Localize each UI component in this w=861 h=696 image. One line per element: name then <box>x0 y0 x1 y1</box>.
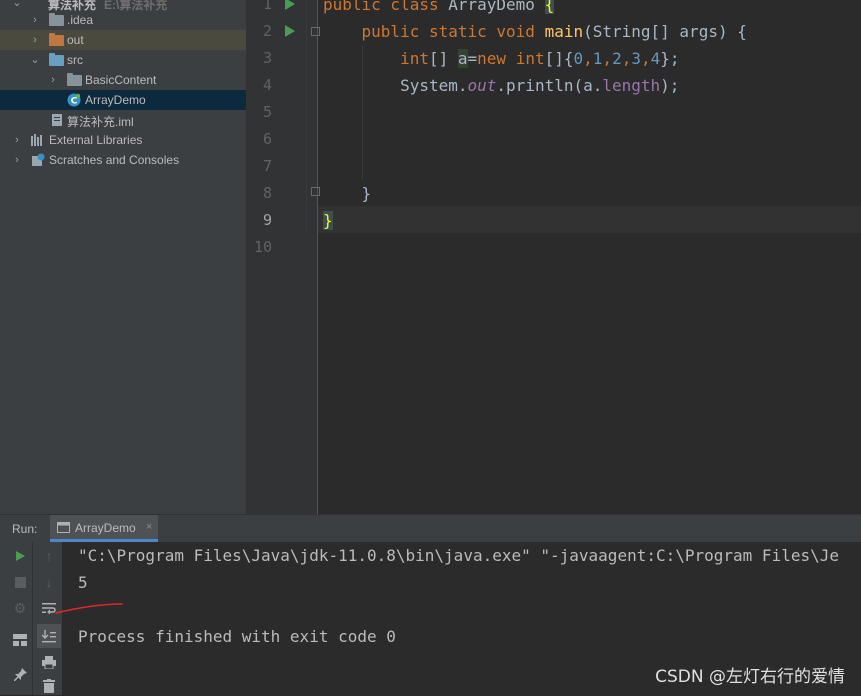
line-number: 4 <box>262 76 272 94</box>
code-line-1: public class ArrayDemo { <box>323 0 555 18</box>
watermark: CSDN @左灯右行的爱情 <box>655 667 845 687</box>
trash-icon[interactable] <box>39 676 59 696</box>
tree-item-label: ArrayDemo <box>85 93 146 107</box>
console-line-command: "C:\Program Files\Java\jdk-11.0.8\bin\ja… <box>78 546 839 565</box>
run-main-icon[interactable] <box>285 25 295 37</box>
chevron-right-icon[interactable]: › <box>30 30 40 50</box>
tree-item-label: Scratches and Consoles <box>49 153 180 167</box>
chevron-right-icon[interactable]: › <box>48 70 58 90</box>
run-label: Run: <box>12 522 38 536</box>
svg-text:C: C <box>71 97 78 107</box>
code-line-9: } <box>323 211 333 230</box>
layout-icon[interactable] <box>10 630 30 650</box>
module-file-icon <box>51 113 63 130</box>
tree-item-scratches[interactable]: › Scratches and Consoles <box>0 150 246 170</box>
tree-item-idea[interactable]: › .idea <box>0 10 246 30</box>
chevron-right-icon[interactable]: › <box>12 150 22 170</box>
run-panel-header: Run: ArrayDemo × <box>0 514 861 542</box>
tree-item-label: .idea <box>67 13 94 27</box>
java-class-icon: C <box>67 93 81 110</box>
print-icon[interactable] <box>39 652 59 672</box>
line-number: 1 <box>262 0 272 13</box>
debug-settings-icon[interactable]: ⚙ <box>10 598 30 618</box>
fold-marker-icon[interactable] <box>311 187 320 196</box>
red-annotation-stroke <box>55 603 123 614</box>
chevron-right-icon[interactable]: › <box>12 130 22 150</box>
indent-guide <box>306 0 307 234</box>
scroll-to-end-icon[interactable] <box>37 624 61 648</box>
line-number: 2 <box>262 22 272 40</box>
tree-item-external-libraries[interactable]: › External Libraries <box>0 130 246 150</box>
code-line-3: int[] a=new int[]{0,1,2,3,4}; <box>400 49 680 68</box>
pin-icon[interactable] <box>10 664 30 684</box>
fold-marker-icon[interactable] <box>311 27 320 36</box>
line-number: 10 <box>253 238 272 256</box>
chevron-right-icon[interactable]: › <box>30 10 40 30</box>
arrow-up-icon[interactable]: ↑ <box>39 546 59 566</box>
code-line-2: public static void main(String[] args) { <box>361 22 747 41</box>
tree-item-label: src <box>67 53 83 67</box>
tree-item-src[interactable]: ⌄ src <box>0 50 246 70</box>
console-line-exit: Process finished with exit code 0 <box>78 627 396 646</box>
tree-item-basiccontent[interactable]: › BasicContent <box>0 70 246 90</box>
console-line-output: 5 <box>78 573 88 592</box>
tree-item-label: out <box>67 33 84 47</box>
close-icon[interactable]: × <box>146 521 152 533</box>
project-tree-panel: ⌄ 算法补充 E:\算法补充 › .idea › out ⌄ src › Basi… <box>0 0 246 514</box>
arrow-down-icon[interactable]: ↓ <box>39 572 59 592</box>
line-number: 7 <box>262 157 272 175</box>
folder-icon <box>49 13 64 26</box>
tree-item-out[interactable]: › out <box>0 30 246 50</box>
run-config-icon <box>57 522 70 536</box>
chevron-down-icon[interactable]: ⌄ <box>30 50 40 70</box>
source-folder-icon <box>49 53 64 66</box>
stop-icon[interactable] <box>10 572 30 592</box>
run-class-icon[interactable] <box>285 0 295 10</box>
run-tab-label: ArrayDemo <box>75 521 136 535</box>
rerun-icon[interactable] <box>10 546 30 566</box>
line-number: 8 <box>262 184 272 202</box>
current-line-highlight <box>318 206 861 233</box>
package-icon <box>67 73 82 86</box>
tree-item-label: 算法补充.iml <box>67 115 134 129</box>
code-line-4: System.out.println(a.length); <box>400 76 680 95</box>
line-number-current: 9 <box>262 211 272 229</box>
line-number: 6 <box>262 130 272 148</box>
tree-item-arraydemo[interactable]: C ArrayDemo <box>0 90 246 110</box>
run-tab-arraydemo[interactable]: ArrayDemo × <box>50 515 158 542</box>
line-number: 5 <box>262 103 272 121</box>
tree-item-label: External Libraries <box>49 133 143 147</box>
folder-icon <box>49 33 64 46</box>
line-number: 3 <box>262 49 272 67</box>
toolbar-divider <box>32 542 33 695</box>
tree-item-iml[interactable]: 算法补充.iml <box>0 110 246 130</box>
scratches-icon <box>31 153 45 170</box>
library-icon <box>31 134 45 149</box>
tree-item-label: BasicContent <box>85 73 157 87</box>
code-line-8: } <box>361 184 372 203</box>
